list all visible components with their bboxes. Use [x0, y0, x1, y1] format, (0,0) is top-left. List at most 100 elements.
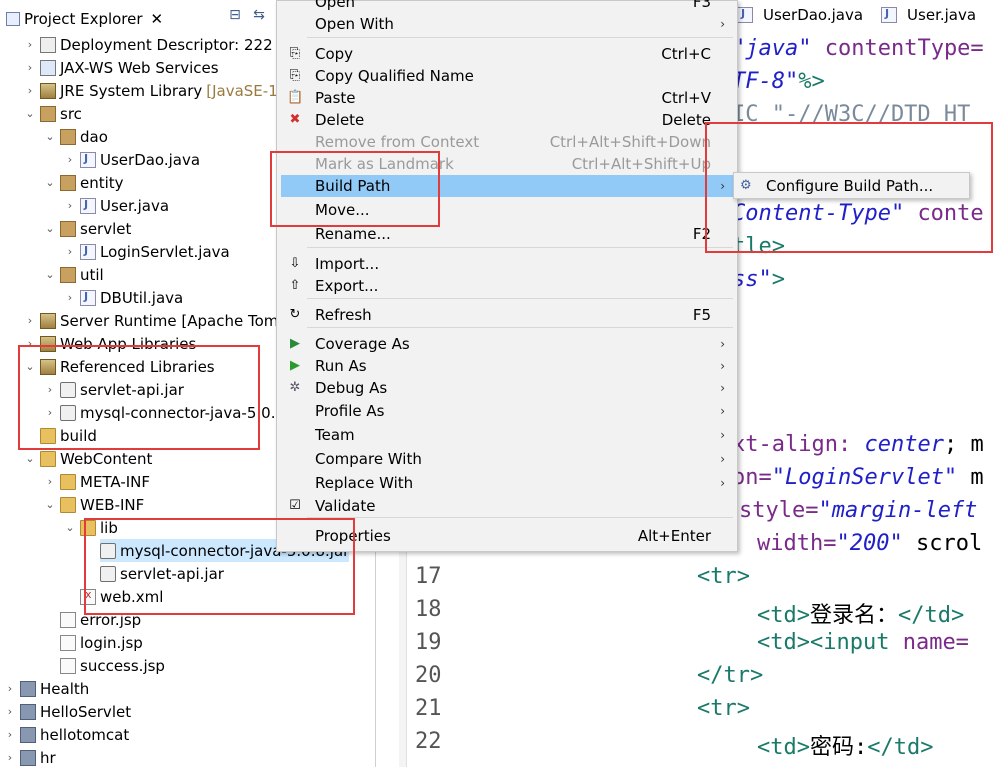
menu-item-refresh[interactable]: ↻ Refresh F5	[281, 304, 735, 326]
tab-userdao[interactable]: UserDao.java	[737, 6, 863, 24]
collapse-arrow-icon[interactable]: ⌄	[44, 263, 56, 286]
tree-item[interactable]: Server Runtime [Apache Tomc	[40, 309, 287, 332]
menu-item-replace-with[interactable]: Replace With ›	[281, 472, 735, 494]
menu-item-open[interactable]: Open F3	[281, 0, 735, 13]
paste-icon: 📋	[287, 90, 304, 105]
menu-item-label: Debug As	[315, 379, 388, 397]
tree-item[interactable]: Health	[20, 677, 89, 700]
tab-user[interactable]: User.java	[881, 6, 976, 24]
web-services-icon	[40, 59, 56, 76]
collapse-arrow-icon[interactable]: ⌄	[64, 516, 76, 539]
tree-item-label: DBUtil.java	[100, 288, 184, 307]
tree-item[interactable]: success.jsp	[60, 654, 165, 677]
expand-arrow-icon[interactable]: ›	[4, 700, 16, 723]
menu-item-delete[interactable]: ✖ Delete Delete	[281, 109, 735, 131]
expand-arrow-icon[interactable]: ›	[64, 240, 76, 263]
expand-arrow-icon[interactable]: ›	[24, 33, 36, 56]
tree-item[interactable]: servlet	[60, 217, 131, 240]
menu-item-team[interactable]: Team ›	[281, 424, 735, 446]
tree-item-label: WebContent	[60, 449, 153, 468]
tree-item[interactable]: META-INF	[60, 470, 150, 493]
menu-item-coverage-as[interactable]: ▶ Coverage As ›	[281, 333, 735, 355]
export-icon: ⇧	[289, 278, 301, 293]
tree-item[interactable]: hr	[20, 746, 56, 767]
tree-item[interactable]: HelloServlet	[20, 700, 131, 723]
tree-item[interactable]: DBUtil.java	[80, 286, 183, 309]
debug-icon: ✲	[289, 380, 301, 395]
project-explorer-tab[interactable]: Project Explorer ✕	[0, 5, 170, 32]
expand-arrow-icon[interactable]: ›	[64, 148, 76, 171]
tree-item[interactable]: src	[40, 102, 82, 125]
collapse-all-icon[interactable]: ⊟	[226, 6, 244, 24]
code-line: <td><input name=	[757, 630, 969, 655]
java-file-icon	[881, 7, 898, 23]
menu-item-compare-with[interactable]: Compare With ›	[281, 448, 735, 470]
code-line: <td>密码:</td>	[757, 735, 934, 760]
expand-arrow-icon[interactable]: ›	[44, 470, 56, 493]
expand-arrow-icon[interactable]: ›	[24, 79, 36, 102]
link-with-editor-icon[interactable]: ⇆	[250, 6, 268, 24]
collapse-arrow-icon[interactable]: ⌄	[44, 171, 56, 194]
tree-item[interactable]: Deployment Descriptor: 222	[40, 33, 273, 56]
collapse-arrow-icon[interactable]: ⌄	[44, 217, 56, 240]
expand-arrow-icon[interactable]: ›	[4, 677, 16, 700]
expand-arrow-icon[interactable]: ›	[24, 56, 36, 79]
editor-tabs: UserDao.java User.java	[737, 6, 976, 24]
close-icon[interactable]: ✕	[151, 10, 164, 28]
tree-item-label: success.jsp	[80, 656, 165, 675]
menu-item-import[interactable]: ⇩ Import...	[281, 253, 735, 275]
menu-item-shortcut: F5	[692, 306, 711, 324]
expand-arrow-icon[interactable]: ›	[64, 194, 76, 217]
tree-item-label: hellotomcat	[40, 725, 130, 744]
code-line: width="200" scrol	[757, 531, 983, 556]
menu-item-validate[interactable]: ☑ Validate	[281, 495, 735, 517]
submenu-arrow-icon: ›	[720, 476, 725, 490]
tree-item[interactable]: JRE System Library [JavaSE-1.8	[40, 79, 292, 102]
line-number: 18	[415, 597, 442, 622]
tree-item[interactable]: hellotomcat	[20, 723, 129, 746]
code-line: <tr>	[697, 696, 750, 721]
menu-separator	[307, 247, 733, 248]
tree-item[interactable]: User.java	[80, 194, 169, 217]
expand-arrow-icon[interactable]: ›	[4, 723, 16, 746]
tree-item-label: JRE System Library	[60, 81, 203, 100]
menu-item-run-as[interactable]: ▶ Run As ›	[281, 355, 735, 377]
tree-item[interactable]: JAX-WS Web Services	[40, 56, 219, 79]
tree-item[interactable]: WebContent	[40, 447, 152, 470]
menu-item-copy[interactable]: ⎘ Copy Ctrl+C	[281, 43, 735, 65]
library-icon	[40, 82, 56, 99]
expand-arrow-icon[interactable]: ›	[4, 746, 16, 767]
package-icon	[60, 266, 76, 283]
code-line: TF-8"%>	[732, 69, 825, 94]
collapse-arrow-icon[interactable]: ⌄	[44, 125, 56, 148]
menu-item-export[interactable]: ⇧ Export...	[281, 275, 735, 297]
folder-icon	[60, 473, 76, 490]
tree-item[interactable]: dao	[60, 125, 108, 148]
tree-item[interactable]: LoginServlet.java	[80, 240, 230, 263]
menu-item-remove-from-context: Remove from Context Ctrl+Alt+Shift+Down	[281, 131, 735, 153]
tree-item-label: LoginServlet.java	[100, 242, 230, 261]
tree-item[interactable]: UserDao.java	[80, 148, 200, 171]
menu-item-label: Profile As	[315, 402, 385, 420]
menu-item-open-with[interactable]: Open With ›	[281, 13, 735, 35]
menu-item-profile-as[interactable]: Profile As ›	[281, 400, 735, 422]
expand-arrow-icon[interactable]: ›	[64, 286, 76, 309]
tree-item[interactable]: util	[60, 263, 104, 286]
expand-arrow-icon[interactable]: ›	[24, 309, 36, 332]
project-icon	[20, 726, 36, 743]
collapse-arrow-icon[interactable]: ⌄	[44, 493, 56, 516]
jsp-file-icon	[60, 657, 76, 674]
collapse-arrow-icon[interactable]: ⌄	[24, 447, 36, 470]
java-file-icon	[80, 289, 96, 306]
tree-item[interactable]: entity	[60, 171, 124, 194]
collapse-arrow-icon[interactable]: ⌄	[24, 102, 36, 125]
menu-item-shortcut: Delete	[661, 111, 711, 129]
menu-item-debug-as[interactable]: ✲ Debug As ›	[281, 377, 735, 399]
tree-item-label: HelloServlet	[40, 702, 132, 721]
menu-item-copy-qualified-name[interactable]: ⎘ Copy Qualified Name	[281, 65, 735, 87]
tree-item[interactable]: WEB-INF	[60, 493, 144, 516]
tree-item[interactable]: login.jsp	[60, 631, 143, 654]
menu-item-paste[interactable]: 📋 Paste Ctrl+V	[281, 87, 735, 109]
menu-item-label: Replace With	[315, 474, 414, 492]
submenu-arrow-icon: ›	[720, 337, 725, 351]
